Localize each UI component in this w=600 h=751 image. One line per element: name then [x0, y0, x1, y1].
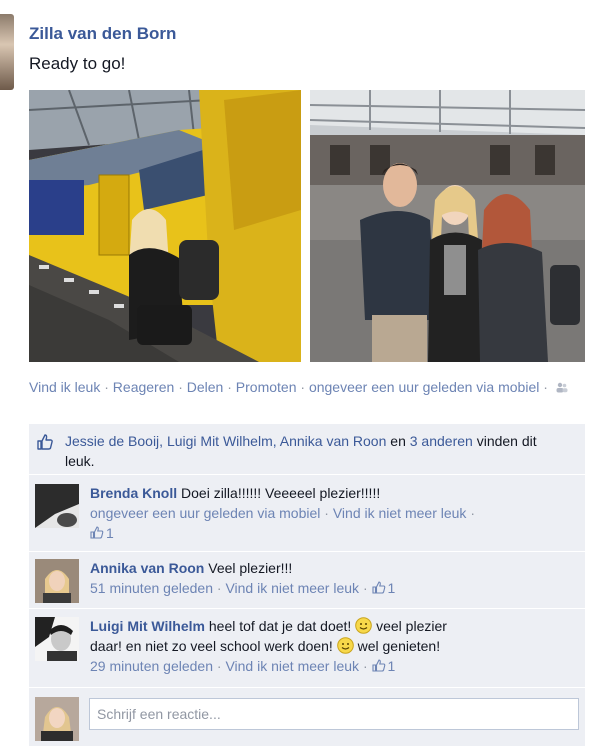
comment-unlike-link[interactable]: Vind ik niet meer leuk: [225, 658, 359, 674]
separator: ·: [324, 505, 329, 521]
comment-like-count[interactable]: 1: [90, 525, 114, 541]
comment-body: Annika van Roon Veel plezier!!! 51 minut…: [90, 558, 570, 598]
comment-timestamp-link[interactable]: 29 minuten geleden: [90, 658, 213, 674]
comment-text-part: daar! en niet zo veel school werk doen!: [90, 638, 333, 654]
post-photo-train[interactable]: [29, 90, 301, 362]
post-actions: Vind ik leuk · Reageren · Delen · Promot…: [29, 378, 589, 397]
post-photo-group[interactable]: [310, 90, 585, 362]
comment-like-count[interactable]: 1: [371, 658, 396, 674]
separator: ·: [362, 580, 368, 596]
commenter-avatar[interactable]: [35, 484, 79, 528]
comments-panel: Jessie de Booij, Luigi Mit Wilhelm, Anni…: [29, 424, 585, 746]
comment-text-part: heel tof dat je dat doet!: [208, 618, 352, 634]
separator: ·: [178, 379, 183, 395]
promote-link[interactable]: Promoten: [236, 379, 297, 395]
avatar-luigi: [35, 617, 79, 661]
comment-text: Doei zilla!!!!!! Veeeeel plezier!!!!!: [181, 485, 381, 501]
friends-audience-icon[interactable]: [556, 382, 568, 393]
likers-links[interactable]: Jessie de Booij, Luigi Mit Wilhelm, Anni…: [65, 433, 386, 449]
like-count-value: 1: [387, 658, 396, 674]
likers-others-link[interactable]: 3 anderen: [410, 433, 473, 449]
comment-item: Brenda Knoll Doei zilla!!!!!! Veeeeel pl…: [29, 476, 585, 552]
commenter-avatar[interactable]: [35, 559, 79, 603]
comment-text-part: wel genieten!: [357, 638, 441, 654]
comment-item: Luigi Mit Wilhelm heel tof dat je dat do…: [29, 610, 585, 688]
photo-train-platform: [29, 90, 301, 362]
smiley-emoticon-icon: [355, 617, 373, 634]
post-text: Ready to go!: [29, 54, 126, 73]
separator: ·: [362, 658, 368, 674]
comment-timestamp-link[interactable]: 51 minuten geleden: [90, 580, 213, 596]
viewer-avatar[interactable]: [35, 697, 79, 741]
thumbs-up-icon: [371, 581, 385, 594]
photo-group-station: [310, 90, 585, 362]
comment-text-part: veel plezier: [376, 618, 447, 634]
via-mobile-link[interactable]: mobiel: [498, 379, 539, 395]
likes-joiner: en: [390, 433, 406, 449]
share-link[interactable]: Delen: [187, 379, 224, 395]
poster-avatar[interactable]: [0, 14, 14, 90]
likes-text: Jessie de Booij, Luigi Mit Wilhelm, Anni…: [65, 431, 565, 471]
likes-summary: Jessie de Booij, Luigi Mit Wilhelm, Anni…: [29, 424, 585, 475]
comment-author-link[interactable]: Annika van Roon: [90, 560, 204, 576]
smiley-emoticon-icon: [336, 637, 354, 654]
timestamp-link[interactable]: ongeveer een uur geleden via: [309, 379, 494, 395]
comment-author-link[interactable]: Brenda Knoll: [90, 485, 177, 501]
comment-unlike-link[interactable]: Vind ik niet meer leuk: [333, 505, 467, 521]
comment-timestamp-link[interactable]: ongeveer een uur geleden via mobiel: [90, 505, 320, 521]
comment-body: Luigi Mit Wilhelm heel tof dat je dat do…: [90, 616, 570, 676]
comment-body: Brenda Knoll Doei zilla!!!!!! Veeeeel pl…: [90, 483, 570, 543]
reply-composer: [29, 690, 585, 746]
separator: ·: [216, 580, 222, 596]
thumbs-up-icon: [90, 526, 104, 539]
like-count-value: 1: [387, 580, 396, 596]
commenter-avatar[interactable]: [35, 617, 79, 661]
comment-like-count[interactable]: 1: [371, 580, 396, 596]
avatar-annika: [35, 559, 79, 603]
avatar-brenda: [35, 484, 79, 528]
comment-input[interactable]: [89, 698, 579, 730]
like-count-value: 1: [106, 525, 114, 541]
comment-item: Annika van Roon Veel plezier!!! 51 minut…: [29, 553, 585, 609]
separator: ·: [300, 379, 306, 395]
like-link[interactable]: Vind ik leuk: [29, 379, 100, 395]
separator: ·: [470, 505, 475, 521]
comment-link[interactable]: Reageren: [113, 379, 175, 395]
comment-author-link[interactable]: Luigi Mit Wilhelm: [90, 618, 205, 634]
thumbs-up-icon: [371, 659, 385, 672]
comment-text: Veel plezier!!!: [208, 560, 293, 576]
separator: ·: [227, 379, 232, 395]
post-author-link[interactable]: Zilla van den Born: [29, 24, 176, 44]
thumbs-up-icon: [37, 434, 53, 450]
separator: ·: [216, 658, 222, 674]
comment-unlike-link[interactable]: Vind ik niet meer leuk: [225, 580, 359, 596]
separator: ·: [543, 379, 548, 395]
separator: ·: [104, 379, 109, 395]
avatar-viewer: [35, 697, 79, 741]
